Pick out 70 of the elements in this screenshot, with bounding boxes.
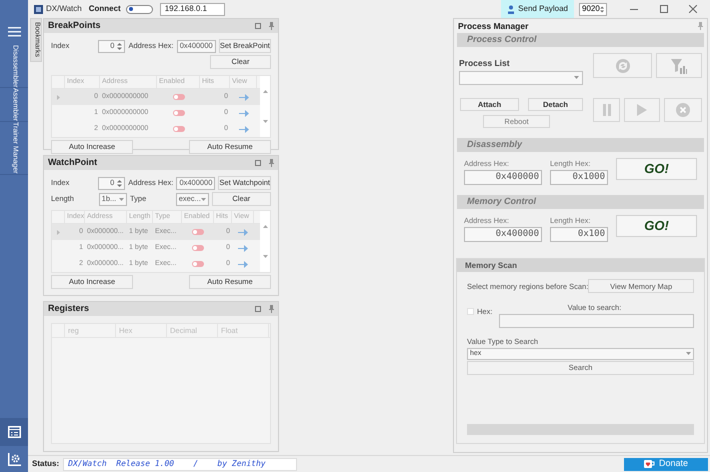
section-header: Disassembly <box>457 138 704 152</box>
close-icon[interactable] <box>689 5 697 13</box>
port-field[interactable]: 9020 <box>579 2 607 16</box>
pause-icon <box>602 104 610 116</box>
section-header: Process Control <box>457 33 704 47</box>
caret-icon <box>118 198 124 200</box>
input-field[interactable]: 0x400000 <box>464 227 542 242</box>
funnel-chart-icon <box>671 58 687 74</box>
refresh-icon <box>614 58 630 74</box>
spinner-arrows-icon[interactable] <box>117 178 122 188</box>
spinner-arrows-icon[interactable] <box>600 4 604 14</box>
upload-person-icon <box>507 4 516 14</box>
play-button[interactable] <box>624 98 660 122</box>
process-list-dropdown[interactable] <box>459 70 583 85</box>
scroll-up-icon[interactable] <box>262 225 268 228</box>
app-logo-icon <box>34 4 43 14</box>
status-label: Status: <box>32 458 60 470</box>
ip-field[interactable]: 192.168.0.1 <box>160 2 225 16</box>
pin-icon[interactable] <box>269 22 274 30</box>
toggle-switch[interactable] <box>172 94 184 100</box>
value-search-field[interactable] <box>499 314 694 328</box>
input-field[interactable]: 0x400000 <box>464 170 542 185</box>
pin-icon[interactable] <box>269 305 274 313</box>
send-payload-button[interactable]: Send Payload <box>501 0 574 18</box>
toggle-switch[interactable] <box>172 126 184 132</box>
sidebar-button[interactable] <box>0 418 28 446</box>
toggle-switch[interactable] <box>172 110 184 116</box>
connect-toggle[interactable] <box>126 4 153 14</box>
row-pointer-icon <box>57 94 60 100</box>
app-name: DX/Watch <box>46 3 82 15</box>
scroll-down-icon[interactable] <box>262 255 268 258</box>
scroll-up-icon[interactable] <box>262 90 268 93</box>
toggle-switch[interactable] <box>192 245 204 251</box>
connect-label: Connect <box>88 3 121 15</box>
close-circle-icon <box>676 103 690 117</box>
panel-title: WatchPoint <box>48 156 98 170</box>
maximize-icon[interactable] <box>255 23 261 29</box>
panel-title: BreakPoints <box>48 19 101 32</box>
toggle-switch[interactable] <box>192 261 204 267</box>
status-field: DX/Watch Release 1.00 / by Zenithy <box>63 458 298 470</box>
input-field[interactable]: 0x1000 <box>550 170 608 185</box>
section-header: Memory Control <box>457 195 704 209</box>
refresh-button[interactable] <box>593 53 652 78</box>
panel-title: Registers <box>48 302 90 316</box>
row-pointer-icon <box>57 230 60 234</box>
settings-icon <box>8 452 20 466</box>
maximize-icon[interactable] <box>660 5 668 13</box>
toggle-switch[interactable] <box>192 229 204 235</box>
scroll-down-icon[interactable] <box>262 120 268 123</box>
caret-icon <box>200 198 206 200</box>
panel-title: Process Manager <box>458 20 528 32</box>
filter-button[interactable] <box>656 53 702 78</box>
pin-icon[interactable] <box>698 22 703 30</box>
caret-icon <box>686 352 691 356</box>
menu-icon[interactable] <box>8 27 20 37</box>
maximize-icon[interactable] <box>255 160 261 166</box>
maximize-icon[interactable] <box>255 306 261 312</box>
list-window-icon <box>8 426 20 438</box>
pause-button[interactable] <box>593 98 620 122</box>
caret-icon <box>574 76 579 80</box>
pin-icon[interactable] <box>269 159 274 167</box>
go-button[interactable]: GO! <box>616 158 697 180</box>
section-header: Memory Scan <box>457 259 704 272</box>
stop-button[interactable] <box>664 98 702 122</box>
spinner-arrows-icon[interactable] <box>117 42 122 50</box>
input-field[interactable]: 0x100 <box>550 227 608 242</box>
field-label: Process List <box>459 57 511 70</box>
hex-checkbox[interactable] <box>467 308 474 315</box>
play-icon <box>637 104 647 116</box>
go-button[interactable]: GO! <box>616 215 697 237</box>
